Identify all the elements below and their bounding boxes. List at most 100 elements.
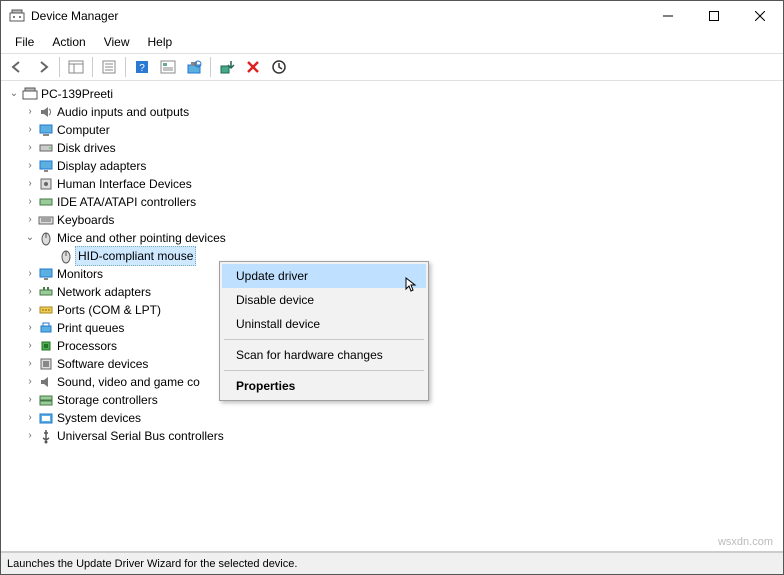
tree-item-label: Monitors	[55, 265, 105, 283]
back-button[interactable]	[5, 55, 29, 79]
svg-text:?: ?	[139, 63, 145, 74]
cm-uninstall-device[interactable]: Uninstall device	[222, 312, 426, 336]
expand-arrow-icon[interactable]: ›	[23, 337, 37, 355]
menu-view[interactable]: View	[96, 33, 138, 51]
close-button[interactable]	[737, 1, 783, 31]
toolbar-separator	[59, 57, 60, 77]
device-category-icon	[37, 230, 55, 246]
forward-button[interactable]	[31, 55, 55, 79]
expand-arrow-icon[interactable]: ⌄	[23, 229, 37, 247]
expand-arrow-icon[interactable]: ›	[23, 265, 37, 283]
context-menu-separator	[224, 370, 424, 371]
tree-item-label: HID-compliant mouse	[75, 246, 196, 266]
tree-item[interactable]: › IDE ATA/ATAPI controllers	[23, 193, 781, 211]
device-manager-window: Device Manager File Action View Help ? ⌄	[0, 0, 784, 575]
device-category-icon	[37, 392, 55, 408]
tree-root[interactable]: ⌄ PC-139Preeti	[3, 85, 781, 103]
titlebar: Device Manager	[1, 1, 783, 31]
maximize-button[interactable]	[691, 1, 737, 31]
tree-item-label: Keyboards	[55, 211, 116, 229]
show-hide-console-tree-button[interactable]	[64, 55, 88, 79]
expand-arrow-icon[interactable]: ›	[23, 391, 37, 409]
tree-item[interactable]: ⌄ Mice and other pointing devices	[23, 229, 781, 247]
device-category-icon	[37, 176, 55, 192]
tree-item-label: Software devices	[55, 355, 150, 373]
tree-item[interactable]: ›Universal Serial Bus controllers	[23, 427, 781, 445]
cm-disable-device[interactable]: Disable device	[222, 288, 426, 312]
cm-properties[interactable]: Properties	[222, 374, 426, 398]
device-category-icon	[37, 212, 55, 228]
computer-icon	[21, 86, 39, 102]
tree-item[interactable]: › Audio inputs and outputs	[23, 103, 781, 121]
expand-arrow-icon[interactable]: ›	[23, 427, 37, 445]
device-category-icon	[37, 338, 55, 354]
tree-item-label: Network adapters	[55, 283, 153, 301]
expand-arrow-icon[interactable]: ›	[23, 121, 37, 139]
expand-arrow-icon[interactable]: ›	[23, 409, 37, 427]
tree-item-label: Human Interface Devices	[55, 175, 194, 193]
tree-item[interactable]: › Keyboards	[23, 211, 781, 229]
device-category-icon	[37, 374, 55, 390]
device-category-icon	[37, 122, 55, 138]
tree-item-label: IDE ATA/ATAPI controllers	[55, 193, 198, 211]
window-title: Device Manager	[31, 9, 645, 23]
tree-root-label: PC-139Preeti	[39, 85, 115, 103]
device-category-icon	[37, 284, 55, 300]
tree-item[interactable]: › Human Interface Devices	[23, 175, 781, 193]
tree-item-label: Storage controllers	[55, 391, 160, 409]
tree-item[interactable]: ›Disk drives	[23, 139, 781, 157]
context-menu-separator	[224, 339, 424, 340]
toolbar-separator	[125, 57, 126, 77]
cm-scan-hardware[interactable]: Scan for hardware changes	[222, 343, 426, 367]
device-category-icon	[37, 104, 55, 120]
tree-item-label: System devices	[55, 409, 143, 427]
tree-item-label: Audio inputs and outputs	[55, 103, 191, 121]
tree-item[interactable]: › Display adapters	[23, 157, 781, 175]
device-category-icon	[37, 194, 55, 210]
expand-arrow-icon[interactable]: ›	[23, 193, 37, 211]
tree-item-label: Sound, video and game co	[55, 373, 202, 391]
expand-arrow-icon[interactable]: ›	[23, 157, 37, 175]
menu-action[interactable]: Action	[44, 33, 93, 51]
disable-button[interactable]	[267, 55, 291, 79]
mouse-icon	[57, 248, 75, 264]
help-button[interactable]: ?	[130, 55, 154, 79]
expand-arrow-icon[interactable]: ›	[23, 175, 37, 193]
toolbar: ?	[1, 53, 783, 81]
device-category-icon	[37, 158, 55, 174]
tree-item[interactable]: ›Computer	[23, 121, 781, 139]
status-bar: Launches the Update Driver Wizard for th…	[1, 552, 783, 574]
tree-item-label: Mice and other pointing devices	[55, 229, 228, 247]
uninstall-button[interactable]	[241, 55, 265, 79]
cm-update-driver[interactable]: Update driver	[222, 264, 426, 288]
tree-item-label: Print queues	[55, 319, 126, 337]
expand-arrow-icon[interactable]: ›	[23, 139, 37, 157]
menubar: File Action View Help	[1, 31, 783, 53]
expand-arrow-icon[interactable]: ›	[23, 319, 37, 337]
tree-item-label: Display adapters	[55, 157, 148, 175]
expand-arrow-icon[interactable]: ›	[23, 373, 37, 391]
action-button[interactable]	[156, 55, 180, 79]
menu-file[interactable]: File	[7, 33, 42, 51]
device-category-icon	[37, 302, 55, 318]
device-category-icon	[37, 356, 55, 372]
expand-arrow-icon[interactable]: ›	[23, 283, 37, 301]
expand-arrow-icon[interactable]: ›	[23, 301, 37, 319]
device-category-icon	[37, 140, 55, 156]
minimize-button[interactable]	[645, 1, 691, 31]
device-category-icon	[37, 410, 55, 426]
expand-arrow-icon[interactable]: ›	[23, 103, 37, 121]
device-category-icon	[37, 428, 55, 444]
expand-arrow-icon[interactable]: ⌄	[7, 85, 21, 103]
app-icon	[9, 8, 25, 24]
device-category-icon	[37, 266, 55, 282]
scan-hardware-button[interactable]	[182, 55, 206, 79]
tree-item[interactable]: › System devices	[23, 409, 781, 427]
menu-help[interactable]: Help	[140, 33, 181, 51]
update-driver-button[interactable]	[215, 55, 239, 79]
properties-button[interactable]	[97, 55, 121, 79]
expand-arrow-icon[interactable]: ›	[23, 211, 37, 229]
tree-item-label: Ports (COM & LPT)	[55, 301, 163, 319]
toolbar-separator	[210, 57, 211, 77]
expand-arrow-icon[interactable]: ›	[23, 355, 37, 373]
